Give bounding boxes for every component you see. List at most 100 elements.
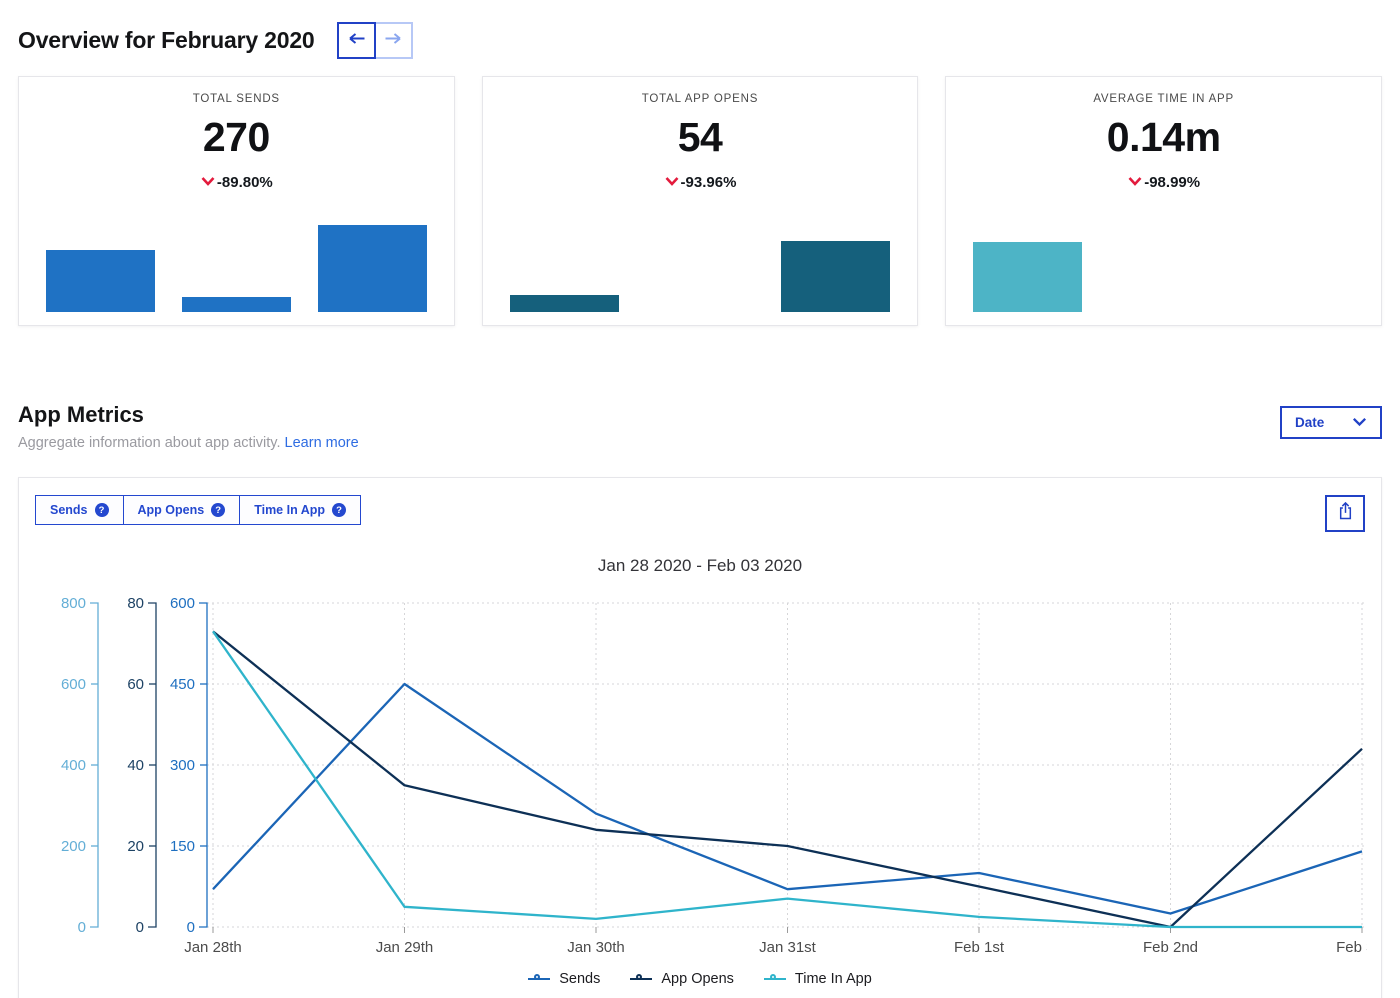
svg-text:80: 80 bbox=[127, 595, 144, 612]
svg-text:Jan 29th: Jan 29th bbox=[376, 939, 434, 956]
stat-card-average-time-in-app: AVERAGE TIME IN APP 0.14m -98.99% bbox=[945, 76, 1382, 326]
share-button[interactable] bbox=[1325, 495, 1365, 532]
mini-bar-slot bbox=[46, 222, 155, 312]
legend-label: App Opens bbox=[661, 971, 734, 987]
svg-text:800: 800 bbox=[61, 595, 86, 612]
month-nav bbox=[337, 22, 413, 59]
legend-item[interactable]: App Opens bbox=[630, 971, 734, 987]
svg-text:Jan 28th: Jan 28th bbox=[184, 939, 242, 956]
stat-minichart bbox=[483, 222, 918, 312]
subtitle-text: Aggregate information about app activity… bbox=[18, 435, 281, 451]
stat-delta: -98.99% bbox=[946, 174, 1381, 191]
svg-text:0: 0 bbox=[187, 919, 195, 936]
stat-card-total-sends: TOTAL SENDS 270 -89.80% bbox=[18, 76, 455, 326]
tab-time-in-app[interactable]: Time In App ? bbox=[239, 495, 361, 525]
metrics-panel: Sends ? App Opens ? Time In App ? bbox=[18, 477, 1382, 998]
svg-text:40: 40 bbox=[127, 757, 144, 774]
stat-label: TOTAL SENDS bbox=[19, 93, 454, 105]
mini-bar bbox=[182, 297, 291, 312]
svg-text:Feb 1st: Feb 1st bbox=[954, 939, 1005, 956]
learn-more-link[interactable]: Learn more bbox=[285, 435, 359, 451]
mini-bar-slot bbox=[182, 222, 291, 312]
legend-dot bbox=[534, 974, 540, 980]
stat-value: 0.14m bbox=[946, 114, 1381, 161]
delta-down-icon bbox=[664, 174, 680, 191]
mini-bar-slot bbox=[1109, 222, 1218, 312]
svg-text:400: 400 bbox=[61, 757, 86, 774]
mini-bar bbox=[781, 241, 890, 312]
legend-marker bbox=[528, 978, 550, 980]
legend-dot bbox=[636, 974, 642, 980]
panel-toolbar: Sends ? App Opens ? Time In App ? bbox=[35, 495, 1365, 532]
section-subtitle: Aggregate information about app activity… bbox=[18, 435, 359, 451]
legend-label: Sends bbox=[559, 971, 600, 987]
legend-item[interactable]: Time In App bbox=[764, 971, 872, 987]
delta-value: -93.96% bbox=[681, 174, 737, 191]
metric-tabs: Sends ? App Opens ? Time In App ? bbox=[35, 495, 361, 525]
date-dropdown-button[interactable]: Date bbox=[1280, 406, 1382, 439]
metrics-header: App Metrics Aggregate information about … bbox=[18, 402, 1382, 451]
prev-month-button[interactable] bbox=[337, 22, 376, 59]
stat-label: TOTAL APP OPENS bbox=[483, 93, 918, 105]
mini-bar-slot bbox=[510, 222, 619, 312]
help-icon[interactable]: ? bbox=[332, 503, 346, 517]
stat-minichart bbox=[19, 222, 454, 312]
legend-label: Time In App bbox=[795, 971, 872, 987]
tab-sends[interactable]: Sends ? bbox=[35, 495, 124, 525]
svg-text:Feb 2nd: Feb 2nd bbox=[1143, 939, 1198, 956]
mini-bar-slot bbox=[781, 222, 890, 312]
tab-label: Time In App bbox=[254, 503, 325, 517]
delta-down-icon bbox=[200, 174, 216, 191]
line-chart: Jan 28th Jan 29th Jan 30th Jan 31st Feb 1st F… bbox=[35, 590, 1367, 962]
svg-text:600: 600 bbox=[170, 595, 195, 612]
mini-bar bbox=[973, 242, 1082, 312]
legend-marker bbox=[630, 978, 652, 980]
section-title: App Metrics bbox=[18, 402, 359, 428]
svg-text:Jan 31st: Jan 31st bbox=[759, 939, 817, 956]
svg-text:Jan 30th: Jan 30th bbox=[567, 939, 625, 956]
stat-cards: TOTAL SENDS 270 -89.80% TOTAL APP OPENS … bbox=[18, 76, 1382, 326]
mini-bar-slot bbox=[973, 222, 1082, 312]
legend-dot bbox=[770, 974, 776, 980]
mini-bar bbox=[46, 250, 155, 312]
help-icon[interactable]: ? bbox=[211, 503, 225, 517]
help-icon[interactable]: ? bbox=[95, 503, 109, 517]
legend-marker bbox=[764, 978, 786, 980]
legend-item[interactable]: Sends bbox=[528, 971, 600, 987]
arrow-left-icon bbox=[347, 32, 366, 50]
chart-title: Jan 28 2020 - Feb 03 2020 bbox=[35, 556, 1365, 576]
next-month-button[interactable] bbox=[374, 22, 413, 59]
mini-bar bbox=[510, 295, 619, 312]
mini-bar-slot bbox=[318, 222, 427, 312]
svg-text:60: 60 bbox=[127, 676, 144, 693]
svg-text:450: 450 bbox=[170, 676, 195, 693]
stat-label: AVERAGE TIME IN APP bbox=[946, 93, 1381, 105]
stat-delta: -93.96% bbox=[483, 174, 918, 191]
share-icon bbox=[1335, 501, 1356, 527]
svg-text:300: 300 bbox=[170, 757, 195, 774]
svg-text:150: 150 bbox=[170, 838, 195, 855]
tab-label: App Opens bbox=[138, 503, 205, 517]
tab-app-opens[interactable]: App Opens ? bbox=[123, 495, 241, 525]
page-title: Overview for February 2020 bbox=[18, 27, 315, 54]
date-dropdown-label: Date bbox=[1295, 415, 1324, 430]
metrics-heading-block: App Metrics Aggregate information about … bbox=[18, 402, 359, 451]
metrics-chart: Jan 28th Jan 29th Jan 30th Jan 31st Feb 1st F… bbox=[35, 590, 1365, 967]
mini-bar bbox=[318, 225, 427, 312]
svg-text:600: 600 bbox=[61, 676, 86, 693]
delta-value: -98.99% bbox=[1144, 174, 1200, 191]
page: Overview for February 2020 TOTAL SENDS 2… bbox=[0, 22, 1400, 998]
overview-header: Overview for February 2020 bbox=[18, 22, 1382, 59]
svg-text:Feb 3rd: Feb 3rd bbox=[1336, 939, 1367, 956]
svg-text:20: 20 bbox=[127, 838, 144, 855]
stat-value: 270 bbox=[19, 114, 454, 161]
stat-minichart bbox=[946, 222, 1381, 312]
stat-delta: -89.80% bbox=[19, 174, 454, 191]
stat-card-total-app-opens: TOTAL APP OPENS 54 -93.96% bbox=[482, 76, 919, 326]
chevron-down-icon bbox=[1352, 415, 1367, 430]
chart-legend: Sends App Opens Time In App bbox=[35, 971, 1365, 987]
svg-text:0: 0 bbox=[78, 919, 86, 936]
mini-bar-slot bbox=[646, 222, 755, 312]
svg-text:200: 200 bbox=[61, 838, 86, 855]
stat-value: 54 bbox=[483, 114, 918, 161]
